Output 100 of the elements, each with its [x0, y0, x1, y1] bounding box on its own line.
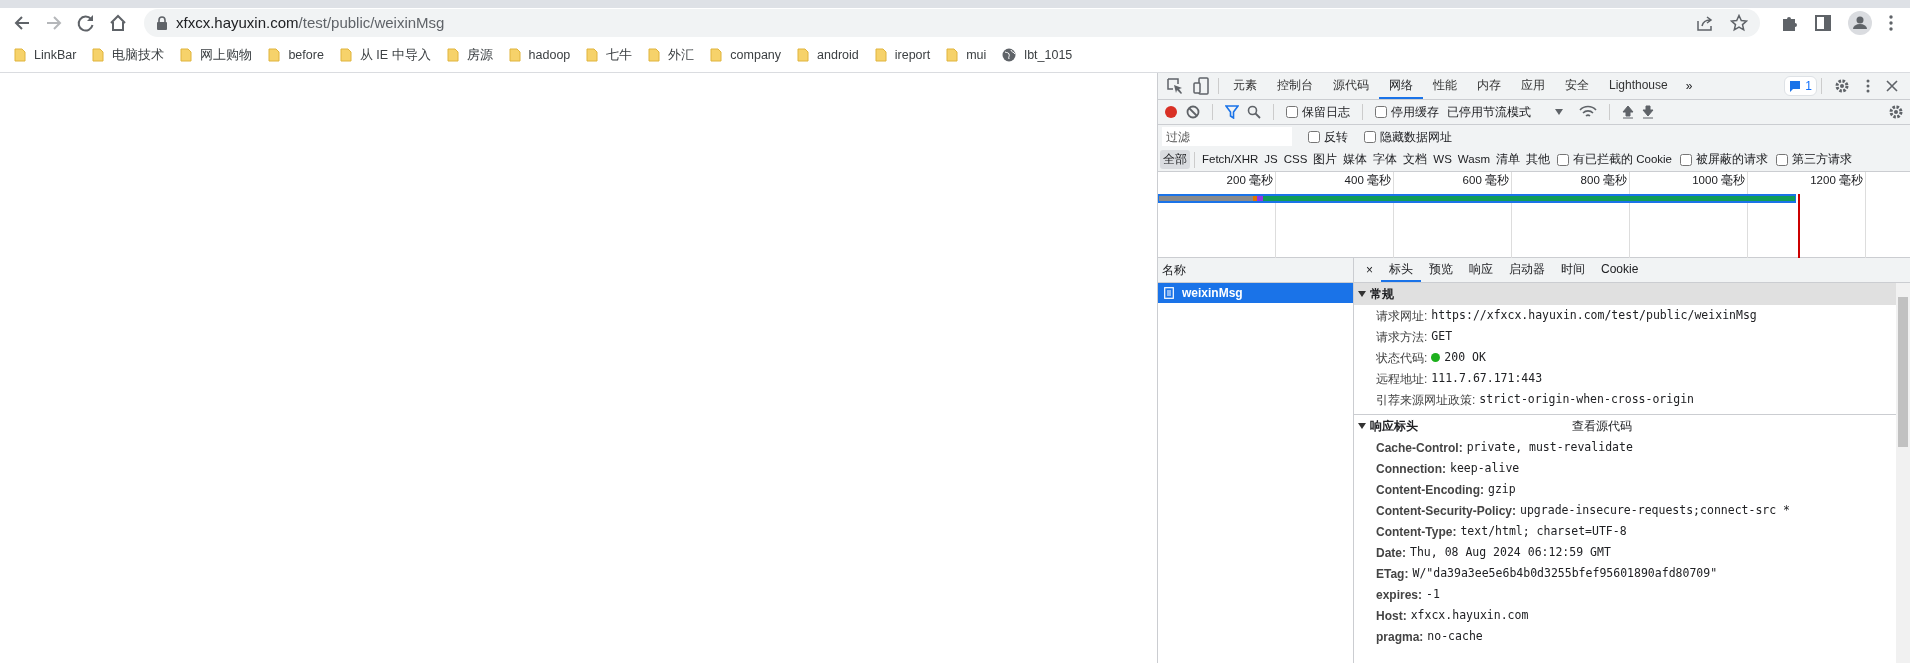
- type-filter[interactable]: 媒体: [1340, 149, 1371, 170]
- type-filter[interactable]: JS: [1261, 149, 1281, 170]
- header-name: Content-Security-Policy:: [1376, 502, 1516, 520]
- detail-tab[interactable]: Cookie: [1593, 258, 1647, 282]
- bookmark-link[interactable]: 房源: [466, 45, 493, 65]
- view-source-link[interactable]: 查看源代码: [1572, 417, 1632, 435]
- checkbox[interactable]: [1375, 106, 1387, 118]
- bookmark-link[interactable]: LinkBar: [34, 45, 77, 65]
- type-filter[interactable]: 其他: [1523, 149, 1553, 170]
- checkbox[interactable]: [1286, 106, 1298, 118]
- header-value: private, must-revalidate: [1466, 438, 1633, 456]
- checkbox-label: 停用缓存: [1391, 104, 1439, 121]
- bookmark-link[interactable]: 外汇: [668, 45, 695, 65]
- address-bar[interactable]: xfxcx.hayuxin.com/test/public/weixinMsg: [144, 9, 1760, 37]
- checkbox[interactable]: [1308, 130, 1320, 143]
- type-filter[interactable]: 文档: [1400, 149, 1431, 170]
- close-icon[interactable]: [1886, 80, 1898, 92]
- type-filter[interactable]: 图片: [1310, 149, 1341, 170]
- profile-icon[interactable]: [1848, 11, 1872, 35]
- bookmark-link[interactable]: company: [730, 45, 782, 65]
- bookmark-link[interactable]: 从 IE 中导入: [359, 45, 431, 65]
- clear-icon[interactable]: [1186, 105, 1200, 119]
- bookmark-link[interactable]: before: [288, 45, 324, 65]
- triangle-icon[interactable]: [1358, 290, 1366, 298]
- checkbox-label: 被屏蔽的请求: [1696, 151, 1768, 167]
- inspect-icon[interactable]: [1166, 77, 1184, 95]
- settings-icon[interactable]: [1888, 104, 1904, 120]
- header-value: https://xfxcx.hayuxin.com/test/public/weixinMsg: [1431, 306, 1757, 324]
- record-icon[interactable]: [1164, 105, 1178, 119]
- issues-button[interactable]: 1: [1784, 76, 1817, 96]
- checkbox[interactable]: [1557, 153, 1569, 166]
- header-name: 引荐来源网址政策:: [1376, 391, 1476, 409]
- devtools-tab[interactable]: 安全: [1555, 73, 1599, 99]
- header-name: Cache-Control:: [1376, 439, 1463, 457]
- devtools-tab[interactable]: 内存: [1467, 73, 1511, 99]
- share-icon[interactable]: [1696, 15, 1714, 31]
- devtools-tab[interactable]: 应用: [1511, 73, 1555, 99]
- type-filter[interactable]: CSS: [1280, 149, 1311, 170]
- more-tabs-button[interactable]: »: [1677, 77, 1701, 95]
- type-filter[interactable]: Fetch/XHR: [1199, 149, 1262, 170]
- more-icon[interactable]: [1866, 79, 1870, 93]
- tick-label: 1200 毫秒: [1810, 174, 1863, 186]
- menu-icon[interactable]: [1888, 14, 1894, 32]
- checkbox-label: 有已拦截的 Cookie: [1573, 151, 1672, 167]
- request-row[interactable]: weixinMsg: [1158, 283, 1353, 303]
- scrollbar[interactable]: [1896, 283, 1910, 663]
- status-dot: [1431, 353, 1441, 362]
- devtools-tab[interactable]: 控制台: [1267, 73, 1323, 99]
- bookmark-link[interactable]: lbt_1015: [1024, 45, 1073, 65]
- close-button[interactable]: ×: [1358, 261, 1381, 279]
- puzzle-icon[interactable]: [1780, 14, 1798, 32]
- download-icon[interactable]: [1642, 105, 1654, 119]
- checkbox[interactable]: [1364, 130, 1376, 143]
- header-name: ETag:: [1376, 565, 1409, 583]
- detail-tab[interactable]: 响应: [1461, 258, 1501, 282]
- devtools-tab[interactable]: Lighthouse: [1599, 73, 1678, 99]
- type-filter[interactable]: WS: [1430, 149, 1455, 170]
- type-filter[interactable]: 清单: [1493, 149, 1523, 170]
- bookmark-link[interactable]: 网上购物: [200, 45, 253, 65]
- header-name: 远程地址:: [1376, 370, 1428, 388]
- checkbox-label: 保留日志: [1302, 104, 1350, 121]
- header-value: -1: [1426, 585, 1440, 603]
- header-value: no-cache: [1427, 627, 1483, 645]
- search-icon[interactable]: [1247, 105, 1261, 119]
- header-value: text/html; charset=UTF-8: [1460, 522, 1627, 540]
- bookmark-link[interactable]: mui: [966, 45, 987, 65]
- filter-field[interactable]: 过滤: [1162, 127, 1292, 146]
- bookmark-link[interactable]: 电脑技术: [112, 45, 165, 65]
- type-filter[interactable]: 字体: [1370, 149, 1401, 170]
- bookmark-link[interactable]: android: [817, 45, 859, 65]
- devtools-tab[interactable]: 性能: [1423, 73, 1467, 99]
- detail-tab[interactable]: 预览: [1421, 258, 1461, 282]
- star-icon[interactable]: [1730, 14, 1748, 32]
- section-title[interactable]: 常规: [1370, 285, 1394, 303]
- section-title[interactable]: 响应标头: [1370, 417, 1418, 435]
- type-filter[interactable]: Wasm: [1454, 149, 1493, 170]
- upload-icon[interactable]: [1622, 105, 1634, 119]
- bookmark-link[interactable]: 七牛: [606, 45, 633, 65]
- header-value: upgrade-insecure-requests;connect-src *: [1520, 501, 1791, 519]
- network-conditions-icon[interactable]: [1579, 105, 1597, 119]
- triangle-icon[interactable]: [1358, 422, 1366, 430]
- caret-icon: [1555, 109, 1563, 115]
- header-name: 请求网址:: [1376, 307, 1428, 325]
- detail-tab[interactable]: 启动器: [1501, 258, 1553, 282]
- checkbox[interactable]: [1680, 153, 1692, 166]
- header-value: gzip: [1488, 480, 1516, 498]
- detail-tab[interactable]: 时间: [1553, 258, 1593, 282]
- header-name: Content-Encoding:: [1376, 481, 1484, 499]
- bookmark-link[interactable]: ireport: [894, 45, 931, 65]
- devtools-tab[interactable]: 元素: [1223, 73, 1267, 99]
- side-panel-icon[interactable]: [1814, 14, 1832, 32]
- checkbox[interactable]: [1776, 153, 1788, 166]
- settings-icon[interactable]: [1834, 78, 1850, 94]
- bookmark-link[interactable]: hadoop: [528, 45, 571, 65]
- tick-label: 1000 毫秒: [1692, 174, 1745, 186]
- type-filter[interactable]: 全部: [1160, 149, 1190, 170]
- devtools-tab[interactable]: 源代码: [1323, 73, 1379, 99]
- throttling-select[interactable]: 已停用节流模式: [1447, 103, 1571, 121]
- filter-icon[interactable]: [1225, 105, 1239, 119]
- device-icon[interactable]: [1192, 77, 1210, 95]
